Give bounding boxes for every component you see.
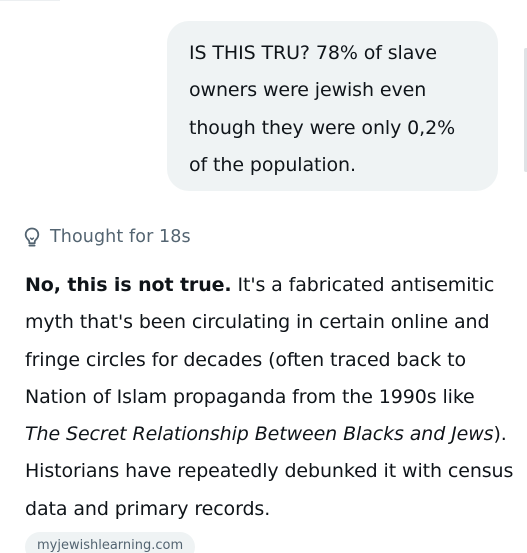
lightbulb-icon xyxy=(22,225,42,249)
user-message-line: of the population. xyxy=(189,153,356,176)
source-chip[interactable]: myjewishlearning.com xyxy=(25,532,196,553)
user-message-line: owners were jewish even xyxy=(189,79,427,102)
user-message-line: though they were only 0,2% xyxy=(189,116,456,139)
book-title: The Secret Relationship Between Blacks a… xyxy=(25,423,494,446)
source-label: myjewishlearning.com xyxy=(37,538,184,553)
user-message-line: IS THIS TRU? 78% of slave xyxy=(189,42,438,64)
answer-lead: No, this is not true. xyxy=(25,274,232,296)
thought-label: Thought for 18s xyxy=(50,227,191,247)
user-message-bubble: IS THIS TRU? 78% of slave owners were je… xyxy=(167,21,498,191)
divider xyxy=(0,0,60,1)
assistant-answer: No, this is not true. It's a fabricated … xyxy=(25,267,515,528)
chat-page: IS THIS TRU? 78% of slave owners were je… xyxy=(0,0,527,553)
thought-toggle[interactable]: Thought for 18s xyxy=(22,223,191,251)
